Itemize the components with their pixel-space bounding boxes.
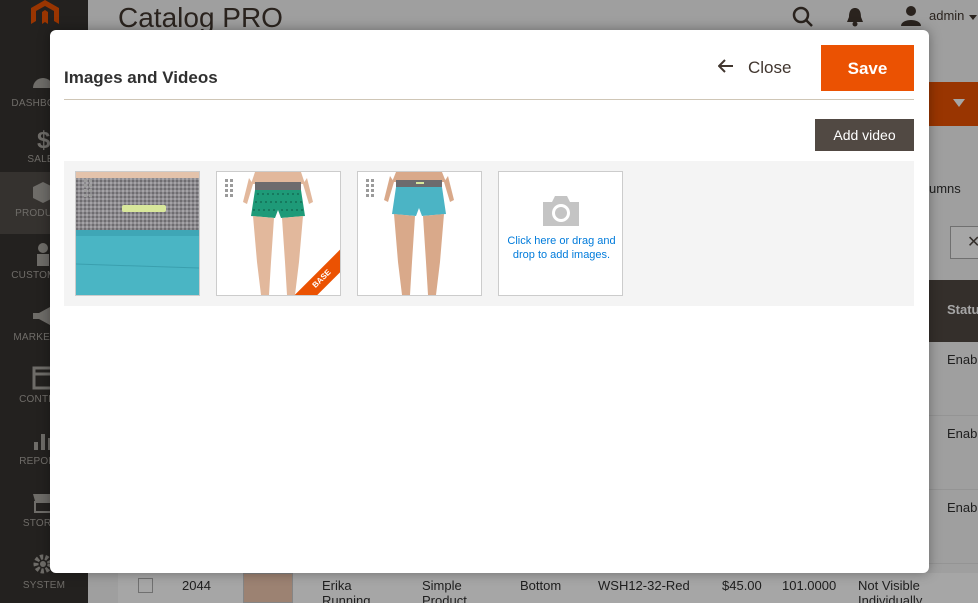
upload-instructions: Click here or drag and drop to add image… bbox=[507, 235, 616, 261]
add-video-button[interactable]: Add video bbox=[815, 119, 914, 151]
gallery-image-tile[interactable]: BASE bbox=[216, 171, 341, 296]
gallery-image-tile[interactable] bbox=[357, 171, 482, 296]
images-and-videos-modal: Images and Videos Close Save Add video B… bbox=[50, 30, 929, 573]
close-button-label: Close bbox=[748, 58, 792, 77]
save-button[interactable]: Save bbox=[821, 45, 914, 91]
gallery-image-tile[interactable] bbox=[75, 171, 200, 296]
camera-icon bbox=[543, 196, 579, 226]
divider bbox=[64, 99, 914, 100]
product-image bbox=[76, 172, 199, 295]
modal-title: Images and Videos bbox=[64, 68, 218, 87]
image-upload-dropzone[interactable]: Click here or drag and drop to add image… bbox=[498, 171, 623, 296]
drag-handle-icon[interactable] bbox=[366, 179, 376, 197]
drag-handle-icon[interactable] bbox=[84, 179, 94, 197]
drag-handle-icon[interactable] bbox=[225, 179, 235, 197]
close-button[interactable]: Close bbox=[718, 56, 798, 80]
image-gallery: BASE Click here or drag and drop to add … bbox=[64, 161, 914, 306]
product-image bbox=[358, 172, 481, 295]
arrow-left-icon bbox=[718, 59, 733, 73]
